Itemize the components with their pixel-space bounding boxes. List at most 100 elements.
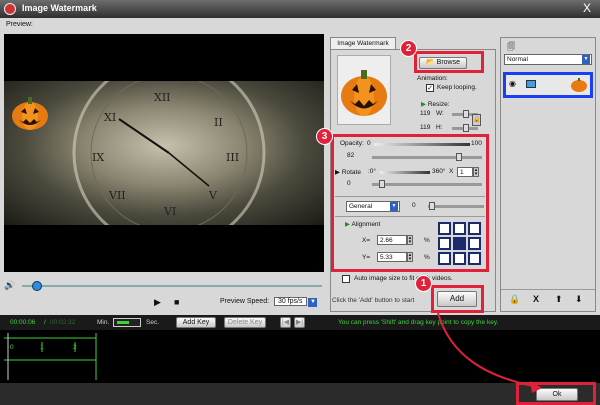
delete-layer-icon[interactable]: X [533,294,539,304]
resize-label: ▶ Resize: [421,101,450,108]
seek-handle[interactable] [32,281,42,291]
chevron-down-icon[interactable]: ▼ [582,55,590,64]
min-label: Min. [97,319,110,326]
browse-button[interactable]: 📂 Browse [419,57,467,69]
layers-panel: 🗐 Normal ▼ ◉ 🔒 X ⬆ ⬇ [500,37,596,312]
chevron-down-icon[interactable]: ▼ [308,298,318,307]
auto-size-checkbox[interactable] [342,275,350,283]
mode-extra-value: 0 [412,202,416,209]
keep-looping-checkbox[interactable]: ✓ [426,84,434,92]
tab-image-watermark[interactable]: Image Watermark [330,37,396,49]
width-unit: W: [436,110,444,117]
preview-label: Preview: [6,21,33,28]
app-icon [4,3,16,15]
x-unit: % [424,237,430,244]
opacity-min: 0 [367,140,371,147]
seek-bar[interactable]: 🔊 [4,278,324,292]
add-key-button[interactable]: Add Key [176,317,216,328]
step3-badge: 3 [316,128,333,145]
seek-track[interactable] [22,285,322,287]
browse-label: Browse [436,59,460,66]
stop-icon[interactable]: ■ [174,297,179,307]
play-icon[interactable]: ▶ [154,297,161,308]
rotate-min: :0° [368,168,377,175]
width-slider-handle[interactable] [463,110,469,118]
opacity-slider-handle[interactable] [456,153,462,161]
prev-key-button[interactable]: |◀ [280,317,291,328]
blend-select-value: Normal [507,56,528,63]
video-preview[interactable]: XII II III V VI VII IX XI [4,34,324,272]
pocket-watch-image: XIIIIIII VVIVII IXXI [72,56,266,250]
mode-slider[interactable] [428,205,484,208]
y-unit: % [424,254,430,261]
y-field[interactable]: 5.33 [377,252,407,262]
volume-icon[interactable]: 🔊 [4,280,15,291]
chevron-down-icon[interactable]: ▼ [390,202,398,211]
total-time: 00:02:32 [50,319,76,326]
lock-layer-icon[interactable]: 🔒 [509,294,520,305]
y-label: Y= [362,254,371,261]
x-field[interactable]: 2.66 [377,235,407,245]
eye-icon[interactable]: ◉ [509,79,516,88]
image-type-icon [526,80,536,88]
sec-label: Sec. [146,319,160,326]
preview-speed-select[interactable]: 30 fps/s [273,297,307,306]
add-hint: Click the 'Add' button to start [332,297,415,304]
folder-icon: 📂 [425,59,435,66]
svg-text:IX: IX [92,151,104,164]
mode-slider-handle[interactable] [429,202,435,210]
x-stepper[interactable]: ▴ ▾ [407,235,413,245]
step1-badge: 1 [415,275,432,292]
preview-speed: Preview Speed: 30 fps/s ▼ [220,297,318,307]
next-key-button[interactable]: ▶| [294,317,305,328]
title-bar: Image Watermark X [0,0,600,18]
layer-item[interactable]: ◉ [503,72,593,98]
timeline-ruler[interactable] [0,330,100,383]
watermark-thumbnail [337,55,391,125]
rotate-count-stepper[interactable]: ▴ ▾ [473,167,479,177]
svg-text:VII: VII [108,189,126,202]
step2-badge: 2 [400,40,417,57]
svg-text:III: III [226,151,239,164]
video-frame: XII II III V VI VII IX XI [4,56,324,250]
svg-text:VI: VI [163,205,176,218]
divider [501,289,595,290]
lock-icon[interactable]: 🔒 [472,114,481,126]
alignment-label: ▶ Alignment [345,221,381,228]
alignment-grid[interactable] [438,222,482,266]
rotate-max: 360° [432,168,446,175]
height-slider-handle[interactable] [463,124,469,132]
tick-label: 0 [10,344,14,351]
opacity-slider[interactable] [372,156,482,159]
blend-select[interactable]: Normal ▼ [504,54,592,65]
blend-mode-select[interactable]: General ▼ [346,201,400,212]
width-value: 119 [420,110,431,117]
tick-label: 1 [40,344,44,351]
divider [335,216,485,217]
animation-label: Animation: [417,75,448,82]
move-up-icon[interactable]: ⬆ [555,294,563,305]
divider [335,196,485,197]
pumpkin-watermark[interactable] [10,94,50,132]
move-down-icon[interactable]: ⬇ [575,294,583,305]
svg-text:II: II [214,116,223,129]
opacity-label: Opacity: [340,140,364,147]
svg-text:V: V [208,189,218,202]
y-stepper[interactable]: ▴ ▾ [407,252,413,262]
preview-speed-label: Preview Speed: [220,298,270,305]
rotate-slider-handle[interactable] [379,180,385,188]
rotate-multiplier: X [449,168,454,175]
delete-key-button[interactable]: Delete Key [224,317,266,328]
rotate-slider[interactable] [372,183,482,186]
x-label: X= [362,237,371,244]
zoom-slider[interactable] [113,318,141,327]
pumpkin-thumbnail-image [341,70,387,116]
rotate-count-field[interactable]: 1 [457,167,473,177]
blend-mode-value: General [349,203,373,210]
svg-text:XI: XI [104,111,116,124]
close-button[interactable]: X [580,2,594,15]
pumpkin-layer-icon [571,78,587,92]
rotate-value: 0 [347,180,351,187]
rotate-gradient [380,171,430,174]
rotate-label: ▶ Rotate [335,169,361,176]
